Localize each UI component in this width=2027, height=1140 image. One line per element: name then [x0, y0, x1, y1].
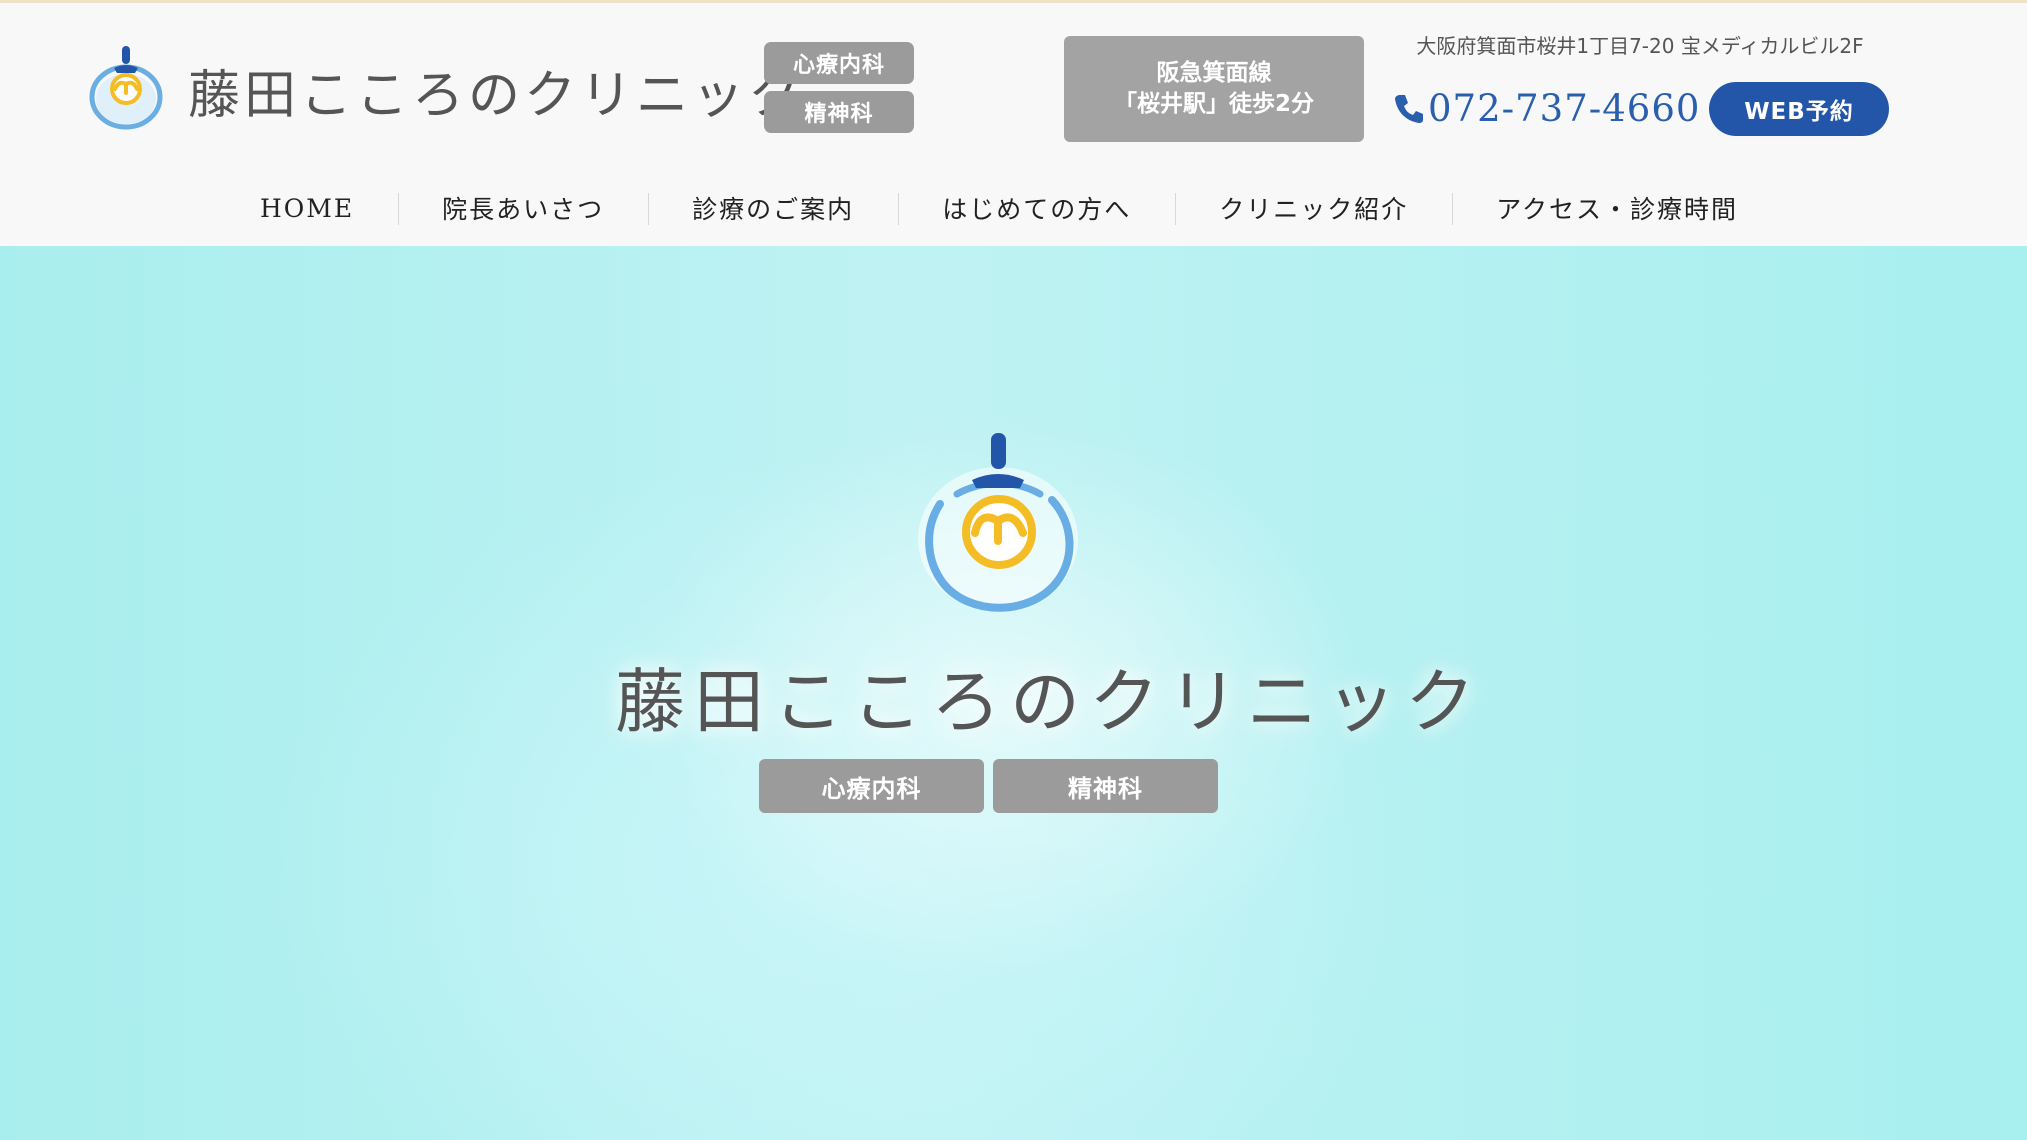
hero-department-badge-psychiatry: 精神科 [993, 759, 1218, 813]
clinic-address: 大阪府箕面市桜井1丁目7-20 宝メディカルビル2F [1416, 34, 1864, 58]
hero-department-badge-psychosomatic: 心療内科 [759, 759, 984, 813]
phone-icon [1395, 94, 1423, 123]
nav-home[interactable]: HOME [216, 194, 398, 223]
department-badge-psychiatry: 精神科 [764, 91, 914, 133]
clinic-lamp-logo-icon [89, 46, 163, 130]
hero-department-badges: 心療内科 精神科 [759, 759, 1219, 813]
department-badge-psychosomatic: 心療内科 [764, 42, 914, 84]
nav-clinic-introduction[interactable]: クリニック紹介 [1175, 190, 1452, 226]
clinic-logo-link[interactable]: 藤田こころのクリニック [86, 45, 804, 135]
hero-section: 藤田こころのクリニック 心療内科 精神科 [0, 246, 2027, 1140]
phone-number: 072-737-4660 [1428, 87, 1701, 130]
station-line: 阪急箕面線 [1156, 59, 1272, 86]
nav-treatment-info[interactable]: 診療のご案内 [648, 190, 898, 226]
nav-first-visit[interactable]: はじめての方へ [898, 190, 1175, 226]
nav-director-greeting[interactable]: 院長あいさつ [398, 190, 648, 226]
hero-clinic-name: 藤田こころのクリニック [615, 661, 1484, 743]
nav-access-hours[interactable]: アクセス・診療時間 [1452, 190, 1782, 226]
main-navigation: HOME 院長あいさつ 診療のご案内 はじめての方へ クリニック紹介 アクセス・… [216, 183, 1782, 233]
phone-link[interactable]: 072-737-4660 [1392, 81, 1700, 136]
site-header: 藤田こころのクリニック 心療内科 精神科 阪急箕面線 「桜井駅」徒歩2分 大阪府… [0, 3, 2027, 246]
station-access-box: 阪急箕面線 「桜井駅」徒歩2分 [1064, 36, 1364, 142]
station-walk-time: 「桜井駅」徒歩2分 [1113, 91, 1314, 117]
department-badges: 心療内科 精神科 [764, 42, 914, 133]
clinic-name-logo-text: 藤田こころのクリニック [188, 65, 805, 126]
web-reservation-button[interactable]: WEB予約 [1709, 82, 1889, 136]
hero-clinic-lamp-logo-icon [918, 433, 1078, 612]
